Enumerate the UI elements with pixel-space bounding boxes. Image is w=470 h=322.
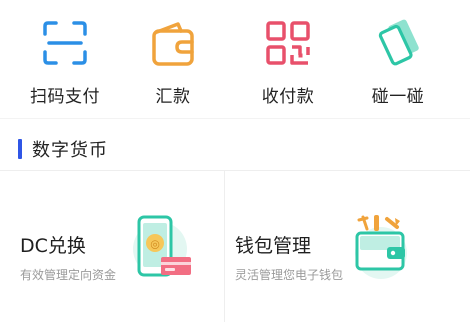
wallet-manage-title: 钱包管理 <box>235 235 312 257</box>
quick-actions-row: 扫码支付 汇款 收付款 碰一碰 <box>0 0 470 115</box>
tap-pay-button[interactable]: 碰一碰 <box>350 12 446 112</box>
wallet-tools-icon <box>355 215 407 279</box>
remittance-button[interactable]: 汇款 <box>125 12 221 112</box>
tap-pay-label: 碰一碰 <box>371 87 425 107</box>
receive-pay-button[interactable]: 收付款 <box>240 12 336 112</box>
tap-phone-icon <box>378 19 419 66</box>
dc-exchange-title: DC兑换 <box>20 235 86 257</box>
scan-pay-button[interactable]: 扫码支付 <box>17 12 113 112</box>
scan-icon <box>43 21 87 65</box>
section-accent-bar <box>18 139 22 159</box>
qr-code-icon <box>266 21 310 65</box>
dc-exchange-card[interactable]: DC兑换 有效管理定向资金 ◎ <box>0 171 225 322</box>
wallet-manage-card[interactable]: 钱包管理 灵活管理您电子钱包 <box>225 171 470 322</box>
scan-pay-label: 扫码支付 <box>30 87 100 107</box>
remittance-label: 汇款 <box>155 87 191 107</box>
digital-currency-cards: DC兑换 有效管理定向资金 ◎ 钱包管理 灵活管理您电子钱包 <box>0 170 470 322</box>
dc-exchange-subtitle: 有效管理定向资金 <box>20 268 117 282</box>
section-title: 数字货币 <box>32 140 108 161</box>
svg-text:◎: ◎ <box>150 238 160 251</box>
section-header: 数字货币 <box>18 138 108 161</box>
receive-pay-label: 收付款 <box>261 87 315 107</box>
wallet-manage-subtitle: 灵活管理您电子钱包 <box>235 268 344 282</box>
phone-card-exchange-icon: ◎ <box>133 215 191 277</box>
wallet-icon <box>152 22 194 66</box>
section-divider <box>0 118 470 119</box>
